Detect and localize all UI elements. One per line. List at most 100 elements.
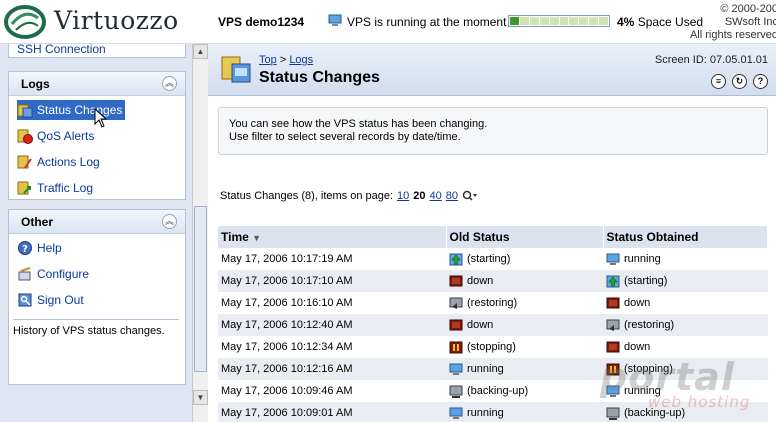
table-row: May 17, 2006 10:12:16 AM running (stopping… (218, 358, 768, 380)
running-status-icon (606, 253, 620, 265)
table-row: May 17, 2006 10:17:19 AM (starting) runnin… (218, 248, 768, 270)
stopping-status-icon (449, 341, 463, 353)
cell-time: May 17, 2006 10:17:19 AM (218, 248, 446, 270)
cell-time: May 17, 2006 10:09:01 AM (218, 402, 446, 422)
status-changes-table: Time ▼ Old Status Status Obtained May 17… (218, 226, 768, 422)
cell-time: May 17, 2006 10:12:40 AM (218, 314, 446, 336)
stopping-status-icon (606, 363, 620, 375)
refresh-icon[interactable]: ↻ (732, 74, 747, 89)
table-row: May 17, 2006 10:12:40 AM down (restoring) (218, 314, 768, 336)
sidebar: SSH Connection Logs ︽ Status Changes QoS… (0, 44, 192, 422)
top-header: Virtuozzo VPS demo1234 VPS is running at… (0, 0, 776, 44)
other-header[interactable]: Other ︽ (9, 210, 185, 234)
pager-option-40[interactable]: 40 (430, 190, 442, 202)
cell-status-obtained: running (603, 248, 768, 270)
breadcrumb-logs-link[interactable]: Logs (289, 54, 313, 66)
traffic-log-icon (17, 181, 31, 195)
sidebar-item-qos-alerts[interactable]: QoS Alerts (17, 126, 94, 146)
cell-status-obtained: (starting) (603, 270, 768, 292)
sidebar-item-traffic-log[interactable]: Traffic Log (17, 178, 93, 198)
table-row: May 17, 2006 10:17:10 AM down (starting) (218, 270, 768, 292)
context-help-text: History of VPS status changes. (13, 325, 165, 337)
backing-up-status-icon (606, 407, 620, 420)
sidebar-item-sign-out[interactable]: Sign Out (17, 290, 84, 310)
scroll-up-arrow-icon[interactable]: ▲ (193, 44, 208, 59)
scrollbar-thumb[interactable] (194, 206, 207, 372)
copyright: © 2000-200 SWsoft Inc All rights reserve… (689, 3, 776, 41)
collapse-icon[interactable]: ︽ (162, 214, 177, 229)
vps-status-text: VPS is running at the moment (347, 15, 507, 29)
help-icon[interactable]: ? (753, 74, 768, 89)
table-row: May 17, 2006 10:16:10 AM (restoring) down (218, 292, 768, 314)
table-row: May 17, 2006 10:12:34 AM (stopping) down (218, 336, 768, 358)
pager-option-80[interactable]: 80 (446, 190, 458, 202)
pager-option-10[interactable]: 10 (397, 190, 409, 202)
screen-id: Screen ID: 07.05.01.01 (654, 54, 768, 66)
cell-status-obtained: (stopping) (603, 358, 768, 380)
other-panel: Other ︽ ? Help Configure Sign Out Histor… (8, 209, 186, 385)
running-status-icon (449, 363, 463, 375)
cell-old-status: (restoring) (446, 292, 603, 314)
running-status-icon (449, 407, 463, 419)
column-status-obtained[interactable]: Status Obtained (603, 226, 768, 248)
status-changes-icon (17, 104, 33, 118)
sign-out-icon (18, 293, 32, 307)
pager: Status Changes (8), items on page: 10 20… (220, 190, 478, 202)
restoring-status-icon (606, 319, 620, 331)
pager-option-20: 20 (413, 190, 426, 202)
mouse-cursor-icon (94, 108, 108, 128)
running-status-icon (606, 385, 620, 397)
divider (13, 319, 179, 320)
sidebar-item-status-changes[interactable]: Status Changes (17, 100, 126, 120)
collapse-icon[interactable]: ︽ (162, 76, 177, 91)
filter-search-icon[interactable] (462, 190, 478, 202)
sidebar-top-box: SSH Connection (8, 44, 186, 58)
svg-text:?: ? (22, 244, 28, 255)
virtuozzo-logo-icon (4, 5, 46, 39)
down-status-icon (449, 275, 463, 286)
configure-icon (18, 267, 31, 281)
table-row: May 17, 2006 10:09:46 AM (backing-up) runn… (218, 380, 768, 402)
down-status-icon (449, 319, 463, 330)
page-header: Top > Logs Status Changes Screen ID: 07.… (208, 44, 776, 96)
table-row: May 17, 2006 10:09:01 AM running (backing-… (218, 402, 768, 422)
header-toolbar: ≡ ↻ ? (711, 74, 768, 89)
cell-time: May 17, 2006 10:16:10 AM (218, 292, 446, 314)
cell-status-obtained: (restoring) (603, 314, 768, 336)
cell-old-status: (stopping) (446, 336, 603, 358)
cell-status-obtained: down (603, 336, 768, 358)
space-usage-bar (508, 15, 610, 27)
table-header-row: Time ▼ Old Status Status Obtained (218, 226, 768, 248)
sidebar-item-actions-log[interactable]: Actions Log (17, 152, 100, 172)
breadcrumb-top-link[interactable]: Top (259, 54, 277, 66)
column-old-status[interactable]: Old Status (446, 226, 604, 248)
help-icon: ? (18, 241, 32, 255)
scroll-down-arrow-icon[interactable]: ▼ (193, 390, 208, 405)
starting-status-icon (606, 275, 620, 287)
cell-time: May 17, 2006 10:17:10 AM (218, 270, 446, 292)
cell-status-obtained: running (603, 380, 768, 402)
actions-log-icon (17, 155, 32, 169)
cell-old-status: (backing-up) (446, 380, 603, 402)
cell-time: May 17, 2006 10:12:16 AM (218, 358, 446, 380)
breadcrumb: Top > Logs (259, 54, 314, 66)
sort-desc-icon: ▼ (252, 233, 262, 243)
status-changes-page-icon (221, 56, 251, 83)
cell-old-status: down (446, 314, 603, 336)
sidebar-item-ssh[interactable]: SSH Connection (17, 44, 106, 59)
vps-name: VPS demo1234 (218, 15, 305, 29)
page-title: Status Changes (259, 69, 380, 86)
monitor-icon (328, 14, 342, 26)
cell-time: May 17, 2006 10:12:34 AM (218, 336, 446, 358)
sidebar-item-help[interactable]: ? Help (17, 238, 62, 258)
brand-name: Virtuozzo (54, 6, 179, 35)
logs-header[interactable]: Logs ︽ (9, 72, 185, 96)
column-time[interactable]: Time ▼ (218, 226, 447, 248)
sidebar-item-configure[interactable]: Configure (17, 264, 89, 284)
cell-old-status: down (446, 270, 603, 292)
logs-panel: Logs ︽ Status Changes QoS Alerts Actions… (8, 71, 186, 200)
info-box: You can see how the VPS status has been … (218, 107, 768, 155)
list-icon[interactable]: ≡ (711, 74, 726, 89)
down-status-icon (606, 341, 620, 352)
sidebar-scrollbar[interactable]: ▲ ▼ (192, 44, 208, 422)
